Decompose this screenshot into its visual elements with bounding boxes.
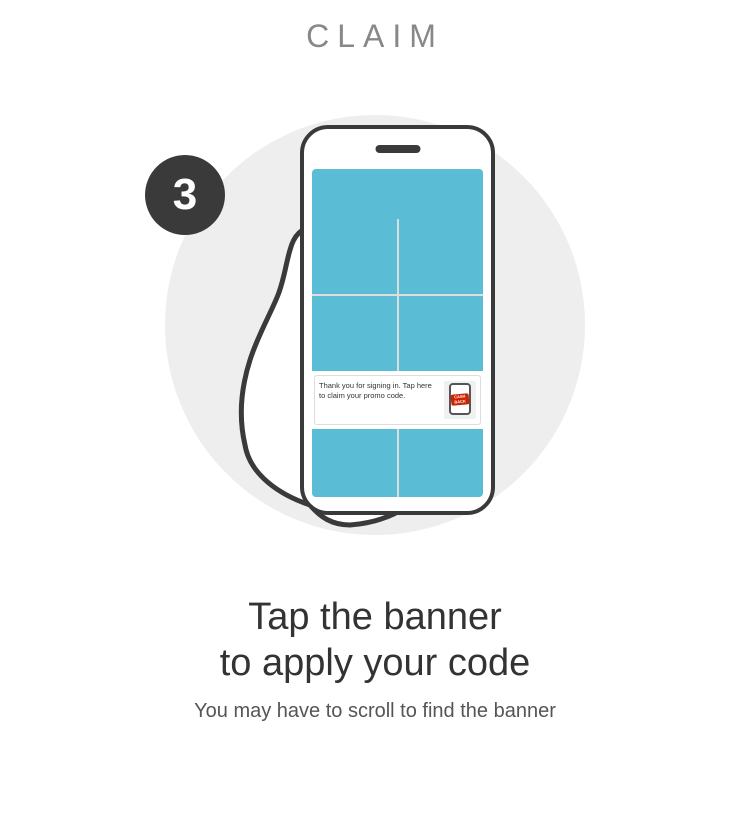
grid-cell-3 (312, 296, 397, 371)
phone-device: Thank you for signing in. Tap here to cl… (300, 125, 495, 515)
mini-phone-icon: CASHBACK (449, 383, 471, 415)
screen-top-bar (312, 169, 483, 219)
grid-cell-1 (312, 219, 397, 294)
step-badge: 3 (145, 155, 225, 235)
page-title: CLAIM (306, 18, 444, 55)
notification-text: Thank you for signing in. Tap here to cl… (319, 381, 440, 401)
screen-grid-top (312, 219, 483, 371)
screen-notification-banner: Thank you for signing in. Tap here to cl… (314, 375, 481, 425)
phone-screen: Thank you for signing in. Tap here to cl… (312, 169, 483, 497)
cashback-badge: CASHBACK (451, 393, 470, 406)
text-area: Tap the bannerto apply your code You may… (134, 595, 616, 723)
phone-hand-container: Thank you for signing in. Tap here to cl… (240, 105, 540, 545)
phone-speaker (375, 145, 420, 153)
grid-cell-5 (312, 429, 397, 497)
cashback-text: CASHBACK (454, 394, 466, 404)
grid-cell-2 (399, 219, 484, 294)
notification-image: CASHBACK (444, 381, 476, 419)
step-number: 3 (173, 170, 197, 220)
main-heading: Tap the bannerto apply your code (194, 595, 556, 686)
grid-cell-6 (399, 429, 484, 497)
illustration-area: 3 (115, 65, 635, 585)
screen-grid-bottom (312, 429, 483, 497)
grid-cell-4 (399, 296, 484, 371)
sub-heading: You may have to scroll to find the banne… (194, 700, 556, 723)
